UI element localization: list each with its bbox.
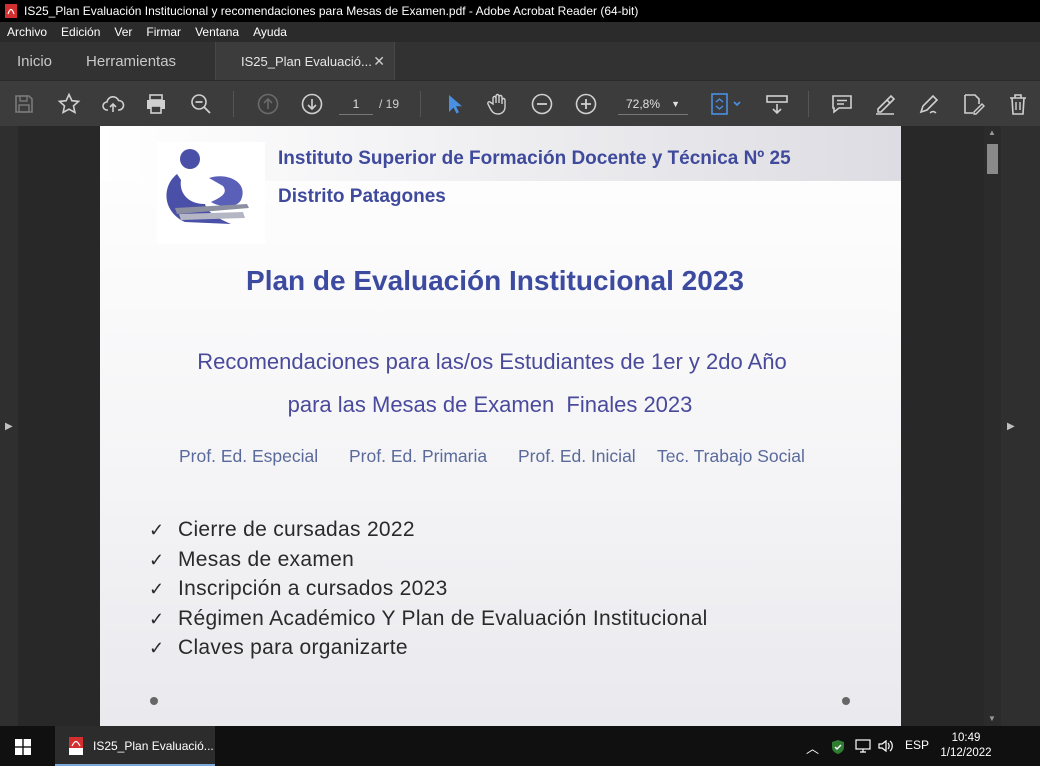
taskbar-app-acrobat[interactable]: IS25_Plan Evaluació...	[55, 726, 215, 766]
language-indicator[interactable]: ESP	[905, 738, 929, 752]
toolbar-separator	[420, 91, 421, 117]
zoom-in-icon[interactable]	[574, 92, 598, 116]
next-page-icon[interactable]	[300, 92, 324, 116]
window-title: IS25_Plan Evaluación Institucional y rec…	[24, 4, 639, 18]
list-item: ✓ Régimen Académico Y Plan de Evaluación …	[149, 604, 708, 634]
scrollbar-thumb[interactable]	[987, 144, 998, 174]
scroll-down-icon[interactable]: ▼	[988, 714, 996, 723]
checkmark-icon: ✓	[149, 579, 165, 600]
clock-time: 10:49	[951, 732, 981, 744]
star-icon[interactable]	[57, 92, 81, 116]
network-icon[interactable]	[855, 739, 871, 753]
clock[interactable]: 10:49 1/12/2022	[930, 731, 1002, 761]
document-subtitle-line2: para las Mesas de Examen Finales 2023	[287, 392, 693, 417]
delete-trash-icon[interactable]	[1006, 92, 1030, 116]
checkmark-icon: ✓	[149, 608, 165, 629]
toolbar: 1 / 19 72,8% ▼	[0, 80, 1040, 126]
tab-herramientas[interactable]: Herramientas	[69, 42, 193, 80]
upload-cloud-icon[interactable]	[101, 92, 125, 116]
career-item: Tec. Trabajo Social	[657, 446, 805, 466]
toolbar-separator	[808, 91, 809, 117]
comment-icon[interactable]	[830, 92, 854, 116]
previous-page-icon[interactable]	[256, 92, 280, 116]
list-item: ✓ Mesas de examen	[149, 545, 708, 575]
windows-start-icon[interactable]	[15, 739, 31, 755]
list-item-text: Claves para organizarte	[178, 636, 408, 660]
page-total: / 19	[379, 97, 400, 111]
checkmark-icon: ✓	[149, 638, 165, 659]
zoom-out-search-icon[interactable]	[189, 92, 213, 116]
page-number-input[interactable]: 1	[339, 93, 373, 115]
clock-date: 1/12/2022	[940, 747, 992, 759]
scrolling-mode-icon[interactable]	[765, 92, 789, 116]
list-item: ✓ Claves para organizarte	[149, 633, 708, 663]
document-title: Plan de Evaluación Institucional 2023	[246, 265, 744, 296]
chevron-right-icon: ▶	[1007, 421, 1015, 432]
right-panel-toggle[interactable]: ▶	[1001, 126, 1040, 726]
career-item: Prof. Ed. Inicial	[518, 446, 636, 466]
acrobat-pdf-icon	[5, 4, 17, 18]
menu-ver[interactable]: Ver	[107, 25, 139, 39]
menu-ayuda[interactable]: Ayuda	[246, 25, 294, 39]
checkmark-icon: ✓	[149, 549, 165, 570]
chevron-down-icon: ▼	[671, 99, 680, 109]
vertical-scrollbar[interactable]: ▲ ▼	[984, 126, 1001, 726]
select-cursor-icon[interactable]	[442, 92, 466, 116]
fit-page-icon[interactable]	[709, 92, 745, 116]
tab-inicio[interactable]: Inicio	[0, 42, 69, 80]
list-item: ✓ Cierre de cursadas 2022	[149, 515, 708, 545]
pdf-file-icon	[69, 737, 83, 755]
careers-list: Prof. Ed. Especial Prof. Ed. Primaria Prof…	[179, 446, 805, 467]
decorative-dot	[842, 697, 850, 705]
left-panel-toggle[interactable]: ▶	[0, 126, 18, 726]
menu-firmar[interactable]: Firmar	[139, 25, 188, 39]
checkmark-icon: ✓	[149, 520, 165, 540]
chevron-up-icon[interactable]: ︿	[806, 738, 819, 757]
hand-tool-icon[interactable]	[486, 92, 510, 116]
list-item-text: Mesas de examen	[178, 547, 355, 571]
zoom-out-icon[interactable]	[530, 92, 554, 116]
volume-icon[interactable]	[877, 739, 895, 753]
list-item: ✓ Inscripción a cursados 2023	[149, 574, 708, 604]
document-subtitle-line1: Recomendaciones para las/os Estudiantes …	[197, 349, 787, 374]
tab-document-label: IS25_Plan Evaluació...	[241, 53, 372, 69]
pdf-page: Instituto Superior de Formación Docente …	[100, 126, 901, 726]
topics-list: ✓ Cierre de cursadas 2022 ✓ Mesas de exame…	[149, 515, 708, 663]
institute-district: Distrito Patagones	[278, 186, 446, 207]
zoom-level-value: 72,8%	[626, 97, 661, 111]
menu-bar: Archivo Edición Ver Firmar Ventana Ayuda	[0, 22, 1040, 42]
menu-ventana[interactable]: Ventana	[188, 25, 246, 39]
toolbar-separator	[233, 91, 234, 117]
career-item: Prof. Ed. Primaria	[349, 446, 488, 466]
acrobat-window: IS25_Plan Evaluación Institucional y rec…	[0, 0, 1040, 766]
zoom-level-select[interactable]: 72,8% ▼	[618, 93, 688, 115]
list-item-text: Inscripción a cursados 2023	[178, 577, 448, 601]
menu-edicion[interactable]: Edición	[54, 25, 107, 39]
windows-taskbar: IS25_Plan Evaluació... ︿ ESP 10:49 1/12/…	[0, 726, 1040, 766]
menu-archivo[interactable]: Archivo	[0, 25, 54, 39]
print-icon[interactable]	[144, 92, 168, 116]
save-icon[interactable]	[12, 92, 36, 116]
edit-text-icon[interactable]	[961, 92, 985, 116]
scroll-up-icon[interactable]: ▲	[988, 128, 996, 137]
security-shield-icon[interactable]	[830, 739, 846, 755]
decorative-dot	[150, 697, 158, 705]
chevron-right-icon: ▶	[5, 421, 13, 432]
list-item-text: Cierre de cursadas 2022	[178, 518, 415, 541]
close-tab-icon[interactable]: ✕	[373, 53, 385, 70]
title-bar: IS25_Plan Evaluación Institucional y rec…	[0, 0, 1040, 22]
institute-name: Instituto Superior de Formación Docente …	[278, 148, 791, 169]
tab-document[interactable]: IS25_Plan Evaluació... ✕	[215, 42, 395, 80]
career-item: Prof. Ed. Especial	[179, 446, 319, 466]
draw-sign-icon[interactable]	[917, 92, 941, 116]
tabs-row: Inicio Herramientas IS25_Plan Evaluació.…	[0, 42, 1040, 80]
list-item-text: Régimen Académico Y Plan de Evaluación I…	[178, 606, 708, 630]
institute-logo	[157, 142, 265, 244]
highlight-pen-icon[interactable]	[873, 92, 897, 116]
taskbar-app-label: IS25_Plan Evaluació...	[93, 739, 214, 753]
